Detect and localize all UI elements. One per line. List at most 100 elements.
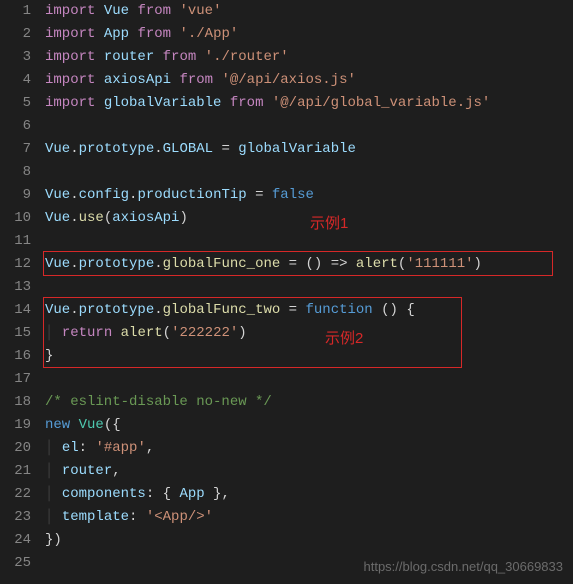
- line-number: 23: [0, 506, 31, 529]
- keyword-token: new: [45, 417, 70, 433]
- code-line[interactable]: │ el: '#app',: [45, 437, 573, 460]
- code-line[interactable]: import router from './router': [45, 46, 573, 69]
- property-token: el: [62, 440, 79, 456]
- code-line[interactable]: import Vue from 'vue': [45, 0, 573, 23]
- string-token: '111111': [406, 256, 473, 272]
- punct-token: :: [129, 509, 146, 525]
- line-number: 22: [0, 483, 31, 506]
- code-line[interactable]: import axiosApi from '@/api/axios.js': [45, 69, 573, 92]
- variable-token: Vue: [45, 302, 70, 318]
- code-editor[interactable]: 1 2 3 4 5 6 7 8 9 10 11 12 13 14 15 16 1…: [0, 0, 573, 575]
- string-token: './App': [179, 26, 238, 42]
- punct-token: ({: [104, 417, 121, 433]
- variable-token: App: [179, 486, 204, 502]
- variable-token: Vue: [45, 256, 70, 272]
- code-line[interactable]: │ return alert('222222'): [45, 322, 573, 345]
- code-line[interactable]: │ components: { App },: [45, 483, 573, 506]
- code-line[interactable]: │ template: '<App/>': [45, 506, 573, 529]
- code-line[interactable]: }: [45, 345, 573, 368]
- punct-token: ,: [112, 463, 120, 479]
- code-line[interactable]: import App from './App': [45, 23, 573, 46]
- function-token: globalFunc_one: [163, 256, 281, 272]
- keyword-token: import: [45, 72, 95, 88]
- code-line[interactable]: }): [45, 529, 573, 552]
- indent-guide: │: [45, 463, 62, 479]
- keyword-token: from: [137, 3, 171, 19]
- line-number-gutter: 1 2 3 4 5 6 7 8 9 10 11 12 13 14 15 16 1…: [0, 0, 45, 575]
- keyword-token: from: [230, 95, 264, 111]
- variable-token: router: [104, 49, 154, 65]
- property-token: router: [62, 463, 112, 479]
- line-number: 15: [0, 322, 31, 345]
- keyword-token: from: [179, 72, 213, 88]
- property-token: prototype: [79, 141, 155, 157]
- code-line[interactable]: │ router,: [45, 460, 573, 483]
- punct-token: },: [205, 486, 230, 502]
- code-line[interactable]: import globalVariable from '@/api/global…: [45, 92, 573, 115]
- keyword-token: function: [306, 302, 373, 318]
- indent-guide: │: [45, 440, 62, 456]
- line-number: 16: [0, 345, 31, 368]
- string-token: '@/api/global_variable.js': [272, 95, 490, 111]
- property-token: GLOBAL: [163, 141, 213, 157]
- variable-token: Vue: [104, 3, 129, 19]
- code-area[interactable]: import Vue from 'vue' import App from '.…: [45, 0, 573, 575]
- space-token: [112, 325, 120, 341]
- comment-token: /* eslint-disable no-new */: [45, 394, 272, 410]
- code-line[interactable]: Vue.prototype.globalFunc_one = () => ale…: [45, 253, 573, 276]
- variable-token: globalVariable: [104, 95, 222, 111]
- punct-token: (: [104, 210, 112, 226]
- keyword-token: import: [45, 49, 95, 65]
- constant-token: false: [272, 187, 314, 203]
- property-token: components: [62, 486, 146, 502]
- keyword-token: import: [45, 26, 95, 42]
- operator-token: =: [213, 141, 238, 157]
- code-line[interactable]: Vue.use(axiosApi): [45, 207, 573, 230]
- code-line[interactable]: Vue.config.productionTip = false: [45, 184, 573, 207]
- code-line[interactable]: Vue.prototype.GLOBAL = globalVariable: [45, 138, 573, 161]
- property-token: productionTip: [137, 187, 246, 203]
- line-number: 21: [0, 460, 31, 483]
- punct-token: : {: [146, 486, 180, 502]
- line-number: 4: [0, 69, 31, 92]
- punct-token: ): [474, 256, 482, 272]
- punct-token: }): [45, 532, 62, 548]
- line-number: 18: [0, 391, 31, 414]
- variable-token: globalVariable: [238, 141, 356, 157]
- string-token: 'vue': [179, 3, 221, 19]
- keyword-token: import: [45, 95, 95, 111]
- code-line[interactable]: [45, 230, 573, 253]
- string-token: './router': [205, 49, 289, 65]
- keyword-token: from: [137, 26, 171, 42]
- punct-token: () {: [373, 302, 415, 318]
- property-token: prototype: [79, 256, 155, 272]
- code-line[interactable]: [45, 161, 573, 184]
- code-line[interactable]: Vue.prototype.globalFunc_two = function …: [45, 299, 573, 322]
- property-token: config: [79, 187, 129, 203]
- code-line[interactable]: [45, 276, 573, 299]
- variable-token: axiosApi: [112, 210, 179, 226]
- line-number: 17: [0, 368, 31, 391]
- indent-guide: │: [45, 325, 62, 341]
- line-number: 9: [0, 184, 31, 207]
- code-line[interactable]: /* eslint-disable no-new */: [45, 391, 573, 414]
- line-number: 6: [0, 115, 31, 138]
- code-line[interactable]: [45, 368, 573, 391]
- string-token: '<App/>': [146, 509, 213, 525]
- punct-token: :: [79, 440, 96, 456]
- line-number: 24: [0, 529, 31, 552]
- line-number: 11: [0, 230, 31, 253]
- line-number: 14: [0, 299, 31, 322]
- function-token: alert: [356, 256, 398, 272]
- punct-token: ): [179, 210, 187, 226]
- keyword-token: return: [62, 325, 112, 341]
- line-number: 20: [0, 437, 31, 460]
- operator-token: =: [247, 187, 272, 203]
- operator-token: =: [280, 302, 305, 318]
- line-number: 2: [0, 23, 31, 46]
- string-token: '#app': [95, 440, 145, 456]
- property-token: prototype: [79, 302, 155, 318]
- string-token: '@/api/axios.js': [221, 72, 355, 88]
- code-line[interactable]: [45, 115, 573, 138]
- code-line[interactable]: new Vue({: [45, 414, 573, 437]
